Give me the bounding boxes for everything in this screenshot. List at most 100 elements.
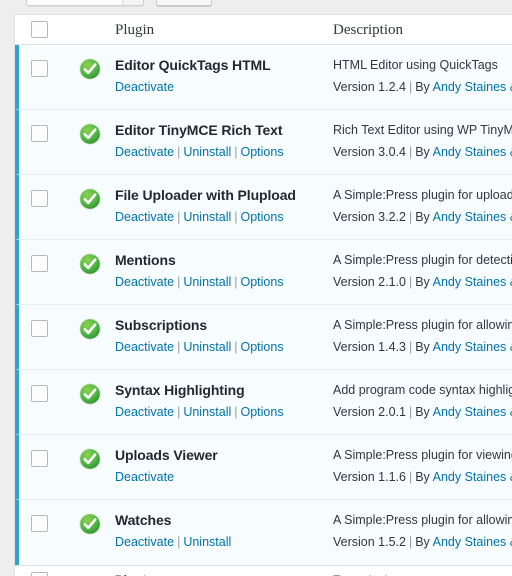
plugin-description: A Simple:Press plugin for detecti — [333, 253, 512, 267]
row-checkbox[interactable] — [31, 190, 48, 207]
plugin-action-links: Deactivate | Uninstall | Options — [115, 274, 327, 291]
action-link-options[interactable]: Options — [241, 340, 284, 354]
select-all-footer-cell — [15, 566, 59, 576]
plugin-author-link[interactable]: Andy Staines & — [433, 145, 512, 159]
table-row: Syntax Highlighting Deactivate | Uninstall |… — [15, 370, 512, 435]
plugin-cell: Watches Deactivate | Uninstall — [115, 511, 327, 551]
column-header-description[interactable]: Description — [333, 20, 403, 40]
row-checkbox[interactable] — [31, 515, 48, 532]
plugin-author-link[interactable]: Andy Staines & — [433, 275, 512, 289]
row-checkbox[interactable] — [31, 255, 48, 272]
plugin-description: Add program code syntax highlig — [333, 383, 512, 397]
action-link-deactivate[interactable]: Deactivate — [115, 210, 174, 224]
action-link-uninstall[interactable]: Uninstall — [183, 275, 231, 289]
action-separator: | — [177, 275, 181, 289]
description-cell: A Simple:Press plugin for allowin Version… — [333, 316, 512, 356]
select-all-checkbox-top[interactable] — [31, 20, 48, 38]
plugin-action-links: Deactivate — [115, 79, 327, 96]
meta-separator: | — [408, 80, 413, 94]
action-link-deactivate[interactable]: Deactivate — [115, 80, 174, 94]
plugin-description: A Simple:Press plugin for allowin — [333, 318, 512, 332]
table-row: Editor QuickTags HTML Deactivate HTML Edit… — [15, 45, 512, 110]
plugin-description: HTML Editor using QuickTags — [333, 58, 498, 72]
plugin-author-link[interactable]: Andy Staines & — [433, 80, 512, 94]
description-cell: Rich Text Editor using WP TinyMC Version … — [333, 121, 512, 161]
action-link-options[interactable]: Options — [241, 405, 284, 419]
row-checkbox[interactable] — [31, 450, 48, 467]
bulk-actions-toolbar: Bulk Actions Apply — [0, 0, 512, 8]
plugin-cell: Editor QuickTags HTML Deactivate — [115, 56, 327, 96]
plugin-name: Mentions — [115, 252, 176, 268]
description-cell: A Simple:Press plugin for allowin Version… — [333, 511, 512, 551]
action-link-uninstall[interactable]: Uninstall — [183, 340, 231, 354]
plugin-author-link[interactable]: Andy Staines & — [433, 210, 512, 224]
plugin-by-label: By — [415, 80, 430, 94]
action-link-deactivate[interactable]: Deactivate — [115, 145, 174, 159]
action-link-deactivate[interactable]: Deactivate — [115, 275, 174, 289]
plugin-action-links: Deactivate | Uninstall | Options — [115, 339, 327, 356]
column-footer-plugin[interactable]: Plugin — [115, 571, 154, 576]
plugin-cell: Syntax Highlighting Deactivate | Uninstall |… — [115, 381, 327, 421]
table-row: File Uploader with Plupload Deactivate | Un… — [15, 175, 512, 240]
action-separator: | — [177, 210, 181, 224]
action-link-options[interactable]: Options — [241, 145, 284, 159]
plugin-version: Version 2.0.1 — [333, 405, 406, 419]
action-link-uninstall[interactable]: Uninstall — [183, 535, 231, 549]
action-link-options[interactable]: Options — [241, 210, 284, 224]
action-link-deactivate[interactable]: Deactivate — [115, 405, 174, 419]
active-check-icon — [79, 123, 101, 145]
table-row: Watches Deactivate | Uninstall A Simple:Pres… — [15, 500, 512, 565]
chevron-down-icon — [122, 0, 143, 5]
plugin-description: Rich Text Editor using WP TinyMC — [333, 123, 512, 137]
description-cell: A Simple:Press plugin for viewing Version… — [333, 446, 512, 486]
column-header-plugin[interactable]: Plugin — [115, 20, 154, 40]
row-checkbox[interactable] — [31, 125, 48, 142]
plugin-meta: Version 3.0.4 | By Andy Staines & — [333, 143, 512, 161]
meta-separator: | — [408, 470, 413, 484]
meta-separator: | — [408, 275, 413, 289]
action-link-deactivate[interactable]: Deactivate — [115, 340, 174, 354]
plugin-name: File Uploader with Plupload — [115, 187, 296, 203]
plugin-meta: Version 1.2.4 | By Andy Staines & — [333, 78, 512, 96]
action-separator: | — [234, 275, 238, 289]
action-link-options[interactable]: Options — [241, 275, 284, 289]
active-check-icon — [79, 448, 101, 470]
apply-button[interactable]: Apply — [156, 0, 212, 6]
action-separator: | — [177, 535, 181, 549]
column-footer-description[interactable]: Description — [333, 571, 403, 576]
action-link-uninstall[interactable]: Uninstall — [183, 145, 231, 159]
plugin-name: Syntax Highlighting — [115, 382, 245, 398]
plugins-table: Plugin Description Editor QuickTags HTML… — [14, 14, 512, 576]
action-separator: | — [177, 405, 181, 419]
description-cell: Add program code syntax highlig Version 2… — [333, 381, 512, 421]
row-checkbox[interactable] — [31, 320, 48, 337]
plugin-author-link[interactable]: Andy Staines & — [433, 470, 512, 484]
plugins-screen: Bulk Actions Apply Plugin Description Ed… — [0, 0, 512, 576]
bulk-actions-select[interactable]: Bulk Actions — [26, 0, 144, 6]
table-footer-row: Plugin Description — [15, 565, 512, 576]
plugin-author-link[interactable]: Andy Staines & — [433, 340, 512, 354]
plugin-by-label: By — [415, 405, 430, 419]
table-row: Mentions Deactivate | Uninstall | Options A Si… — [15, 240, 512, 305]
plugin-action-links: Deactivate | Uninstall | Options — [115, 404, 327, 421]
row-checkbox[interactable] — [31, 60, 48, 77]
plugin-action-links: Deactivate | Uninstall | Options — [115, 209, 327, 226]
action-link-deactivate[interactable]: Deactivate — [115, 470, 174, 484]
plugin-author-link[interactable]: Andy Staines & — [433, 535, 512, 549]
select-all-checkbox-bottom[interactable] — [31, 571, 48, 576]
plugin-meta: Version 2.1.0 | By Andy Staines & — [333, 273, 512, 291]
action-separator: | — [177, 145, 181, 159]
table-row: Editor TinyMCE Rich Text Deactivate | Unins… — [15, 110, 512, 175]
active-check-icon — [79, 318, 101, 340]
plugin-meta: Version 1.5.2 | By Andy Staines & — [333, 533, 512, 551]
plugin-cell: Editor TinyMCE Rich Text Deactivate | Unins… — [115, 121, 327, 161]
row-checkbox[interactable] — [31, 385, 48, 402]
meta-separator: | — [408, 210, 413, 224]
action-separator: | — [234, 340, 238, 354]
action-separator: | — [234, 210, 238, 224]
description-cell: HTML Editor using QuickTags Version 1.2.4… — [333, 56, 512, 96]
plugin-author-link[interactable]: Andy Staines & — [433, 405, 512, 419]
action-link-uninstall[interactable]: Uninstall — [183, 210, 231, 224]
action-link-uninstall[interactable]: Uninstall — [183, 405, 231, 419]
action-link-deactivate[interactable]: Deactivate — [115, 535, 174, 549]
